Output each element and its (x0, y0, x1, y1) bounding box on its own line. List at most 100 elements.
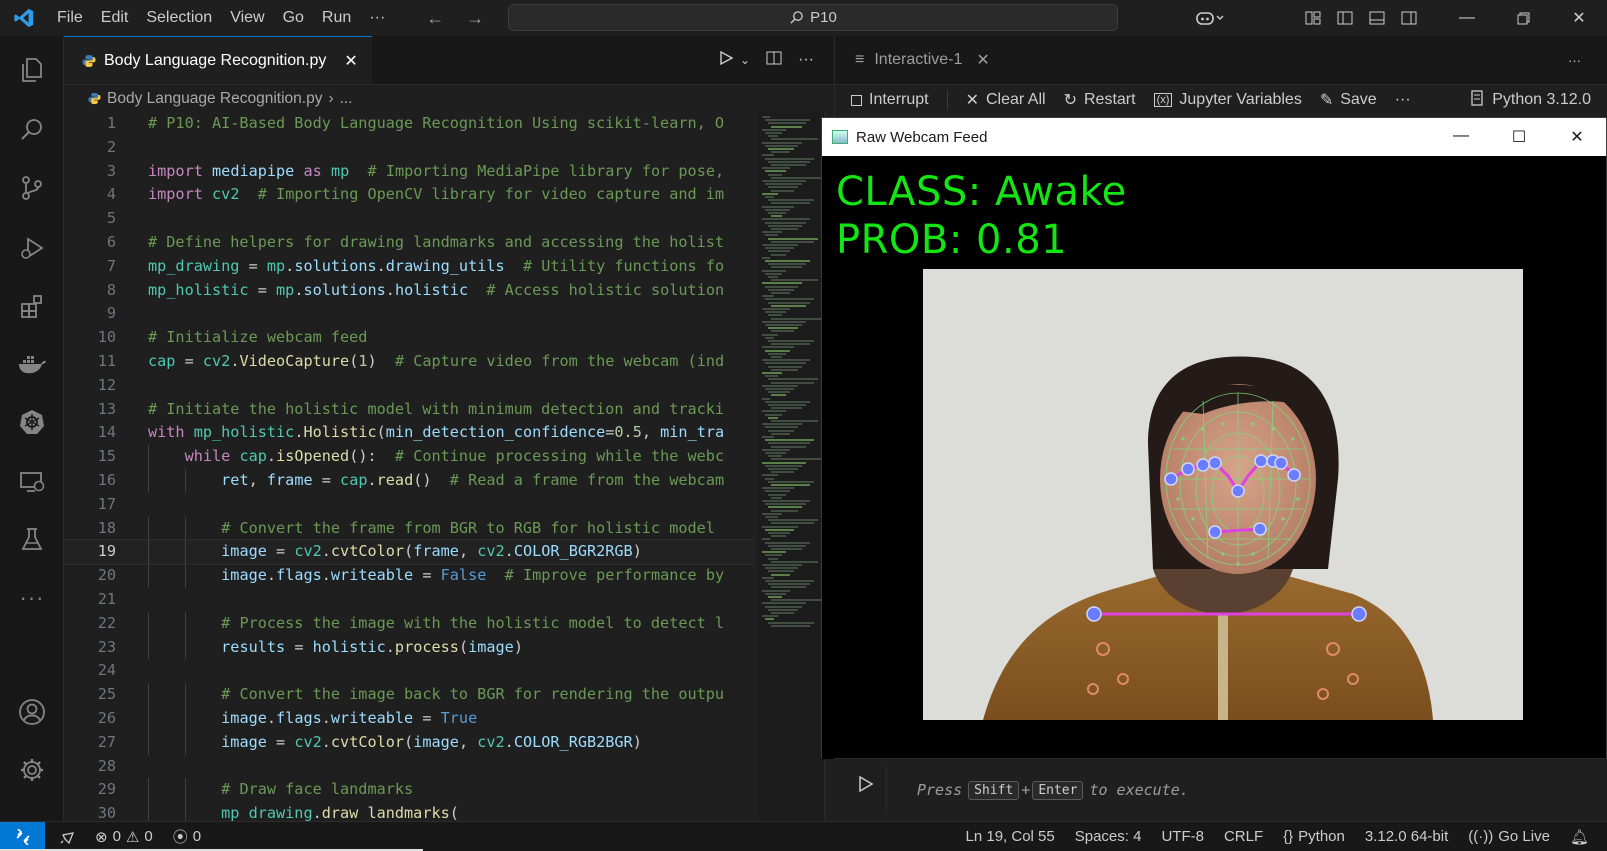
clear-all-button[interactable]: ✕ Clear All (966, 90, 1046, 110)
code-line[interactable]: 30 mp_drawing.draw_landmarks( (64, 802, 754, 821)
restart-button[interactable]: ↻ Restart (1064, 90, 1136, 110)
webcam-minimize-icon[interactable]: — (1432, 127, 1490, 147)
problems-status[interactable]: ⊗ 0 ⚠ 0 (85, 822, 163, 851)
copilot-icon[interactable] (1185, 0, 1235, 36)
close-interactive-tab-icon[interactable]: ✕ (976, 50, 989, 70)
interrupt-button[interactable]: Interrupt (851, 91, 929, 109)
toggle-secondary-sidebar-icon[interactable] (1393, 0, 1425, 36)
interactive-tab[interactable]: ≡ Interactive-1 ✕ (835, 36, 990, 85)
webcam-title-bar[interactable]: Raw Webcam Feed — ☐ ✕ (822, 118, 1606, 156)
source-control-icon[interactable] (0, 162, 64, 214)
code-line[interactable]: 21 (64, 588, 754, 612)
minimap[interactable] (758, 112, 824, 821)
end-of-line[interactable]: CRLF (1214, 822, 1273, 851)
breadcrumb-file[interactable]: Body Language Recognition.py (107, 90, 322, 108)
toggle-panel-icon[interactable] (1361, 0, 1393, 36)
code-line[interactable]: 17 (64, 493, 754, 517)
toolbar-more-button[interactable]: ··· (1395, 91, 1411, 109)
code-line[interactable]: 29 # Draw face landmarks (64, 778, 754, 803)
code-line[interactable]: 26 image.flags.writeable = True (64, 706, 754, 731)
code-line[interactable]: 16 ret, frame = cap.read() # Read a fram… (64, 468, 754, 493)
accounts-icon[interactable] (0, 686, 64, 738)
remote-explorer-icon[interactable] (0, 456, 64, 508)
menu-run[interactable]: Run (313, 0, 360, 36)
code-line[interactable]: 1 # P10: AI-Based Body Language Recogniti… (64, 112, 754, 136)
indentation[interactable]: Spaces: 4 (1065, 822, 1152, 851)
menu-view[interactable]: View (221, 0, 273, 36)
more-views-icon[interactable]: ··· (0, 572, 64, 624)
settings-gear-icon[interactable] (0, 744, 64, 796)
extension-status-icon[interactable] (45, 822, 85, 851)
code-editor[interactable]: 1 # P10: AI-Based Body Language Recogniti… (64, 112, 754, 821)
code-line[interactable]: 19 image = cv2.cvtColor(frame, cv2.COLOR… (64, 539, 754, 566)
code-line[interactable]: 2 (64, 136, 754, 160)
code-line[interactable]: 9 (64, 302, 754, 326)
execute-cell-icon[interactable] (858, 775, 874, 796)
python-interpreter[interactable]: 3.12.0 64-bit (1355, 822, 1458, 851)
kubernetes-icon[interactable] (0, 396, 64, 448)
extensions-icon[interactable] (0, 280, 64, 332)
code-line[interactable]: 5 (64, 207, 754, 231)
go-live-button[interactable]: ((·)) Go Live (1458, 822, 1560, 851)
code-line[interactable]: 12 (64, 374, 754, 398)
code-line[interactable]: 8 mp_holistic = mp.solutions.holistic # A… (64, 279, 754, 303)
editor-tab-active[interactable]: Body Language Recognition.py ✕ (64, 36, 372, 84)
webcam-close-icon[interactable]: ✕ (1548, 127, 1606, 147)
code-line[interactable]: 23 results = holistic.process(image) (64, 635, 754, 660)
line-number: 16 (97, 470, 116, 489)
back-arrow-icon[interactable]: ← (426, 8, 444, 29)
language-mode[interactable]: {} Python (1273, 822, 1355, 851)
code-line[interactable]: 18 # Convert the frame from BGR to RGB f… (64, 516, 754, 541)
testing-flask-icon[interactable] (0, 514, 64, 566)
restore-icon[interactable] (1495, 0, 1551, 36)
panel-more-actions-icon[interactable]: ··· (1568, 53, 1607, 68)
docker-icon[interactable] (0, 338, 64, 390)
encoding[interactable]: UTF-8 (1151, 822, 1214, 851)
code-line[interactable]: 13 # Initiate the holistic model with min… (64, 398, 754, 422)
code-line[interactable]: 20 image.flags.writeable = False # Impro… (64, 564, 754, 588)
code-line[interactable]: 25 # Convert the image back to BGR for r… (64, 683, 754, 707)
webcam-maximize-icon[interactable]: ☐ (1490, 127, 1548, 147)
layout-customize-icon[interactable] (1297, 0, 1329, 36)
menu-go[interactable]: Go (274, 0, 313, 36)
code-line[interactable]: 15 while cap.isOpened(): # Continue proc… (64, 445, 754, 469)
run-debug-icon[interactable] (0, 222, 64, 274)
run-file-icon[interactable] (718, 50, 734, 71)
cursor-position[interactable]: Ln 19, Col 55 (956, 822, 1065, 851)
jupyter-variables-button[interactable]: (x) Jupyter Variables (1153, 91, 1302, 109)
code-line[interactable]: 3 import mediapipe as mp # Importing Medi… (64, 160, 754, 184)
code-line[interactable]: 14 with mp_holistic.Holistic(min_detectio… (64, 421, 754, 445)
code-line[interactable]: 7 mp_drawing = mp.solutions.drawing_utils… (64, 255, 754, 279)
code-line[interactable]: 6 # Define helpers for drawing landmarks … (64, 231, 754, 255)
notifications-bell-icon[interactable]: 🔔︎ (1560, 822, 1607, 851)
search-view-icon[interactable] (0, 104, 64, 156)
code-line[interactable]: 22 # Process the image with the holistic… (64, 611, 754, 636)
menu-selection[interactable]: Selection (137, 0, 221, 36)
code-line[interactable]: 24 (64, 659, 754, 683)
editor-more-actions-icon[interactable]: ··· (798, 51, 814, 69)
code-line[interactable]: 27 image = cv2.cvtColor(image, cv2.COLOR… (64, 730, 754, 755)
input-hint-suffix: to execute. (1089, 781, 1189, 799)
code-line[interactable]: 4 import cv2 # Importing OpenCV library f… (64, 183, 754, 207)
command-center-search[interactable]: P10 (508, 4, 1118, 31)
code-input-field[interactable]: Press Shift + Enter to execute. (886, 767, 1606, 813)
breadcrumb-symbol[interactable]: ... (340, 90, 353, 108)
forward-arrow-icon[interactable]: → (466, 8, 484, 29)
code-line[interactable]: 28 (64, 755, 754, 779)
toggle-sidebar-icon[interactable] (1329, 0, 1361, 36)
explorer-icon[interactable] (0, 44, 64, 96)
save-button[interactable]: ✎ Save (1320, 90, 1377, 110)
close-tab-icon[interactable]: ✕ (344, 51, 357, 71)
minimize-icon[interactable]: — (1439, 0, 1495, 36)
menu-more[interactable]: ··· (360, 0, 394, 36)
menu-file[interactable]: File (48, 0, 92, 36)
split-editor-icon[interactable] (766, 50, 782, 71)
run-dropdown-chevron-icon[interactable]: ⌄ (740, 53, 750, 67)
code-line[interactable]: 11 cap = cv2.VideoCapture(1) # Capture vi… (64, 350, 754, 374)
code-line[interactable]: 10 # Initialize webcam feed (64, 326, 754, 350)
ports-status[interactable]: ⦿ 0 (163, 822, 211, 851)
close-window-icon[interactable]: ✕ (1551, 0, 1607, 36)
remote-indicator-icon[interactable] (0, 821, 45, 851)
menu-edit[interactable]: Edit (92, 0, 138, 36)
kernel-picker[interactable]: Python 3.12.0 (1470, 89, 1607, 111)
